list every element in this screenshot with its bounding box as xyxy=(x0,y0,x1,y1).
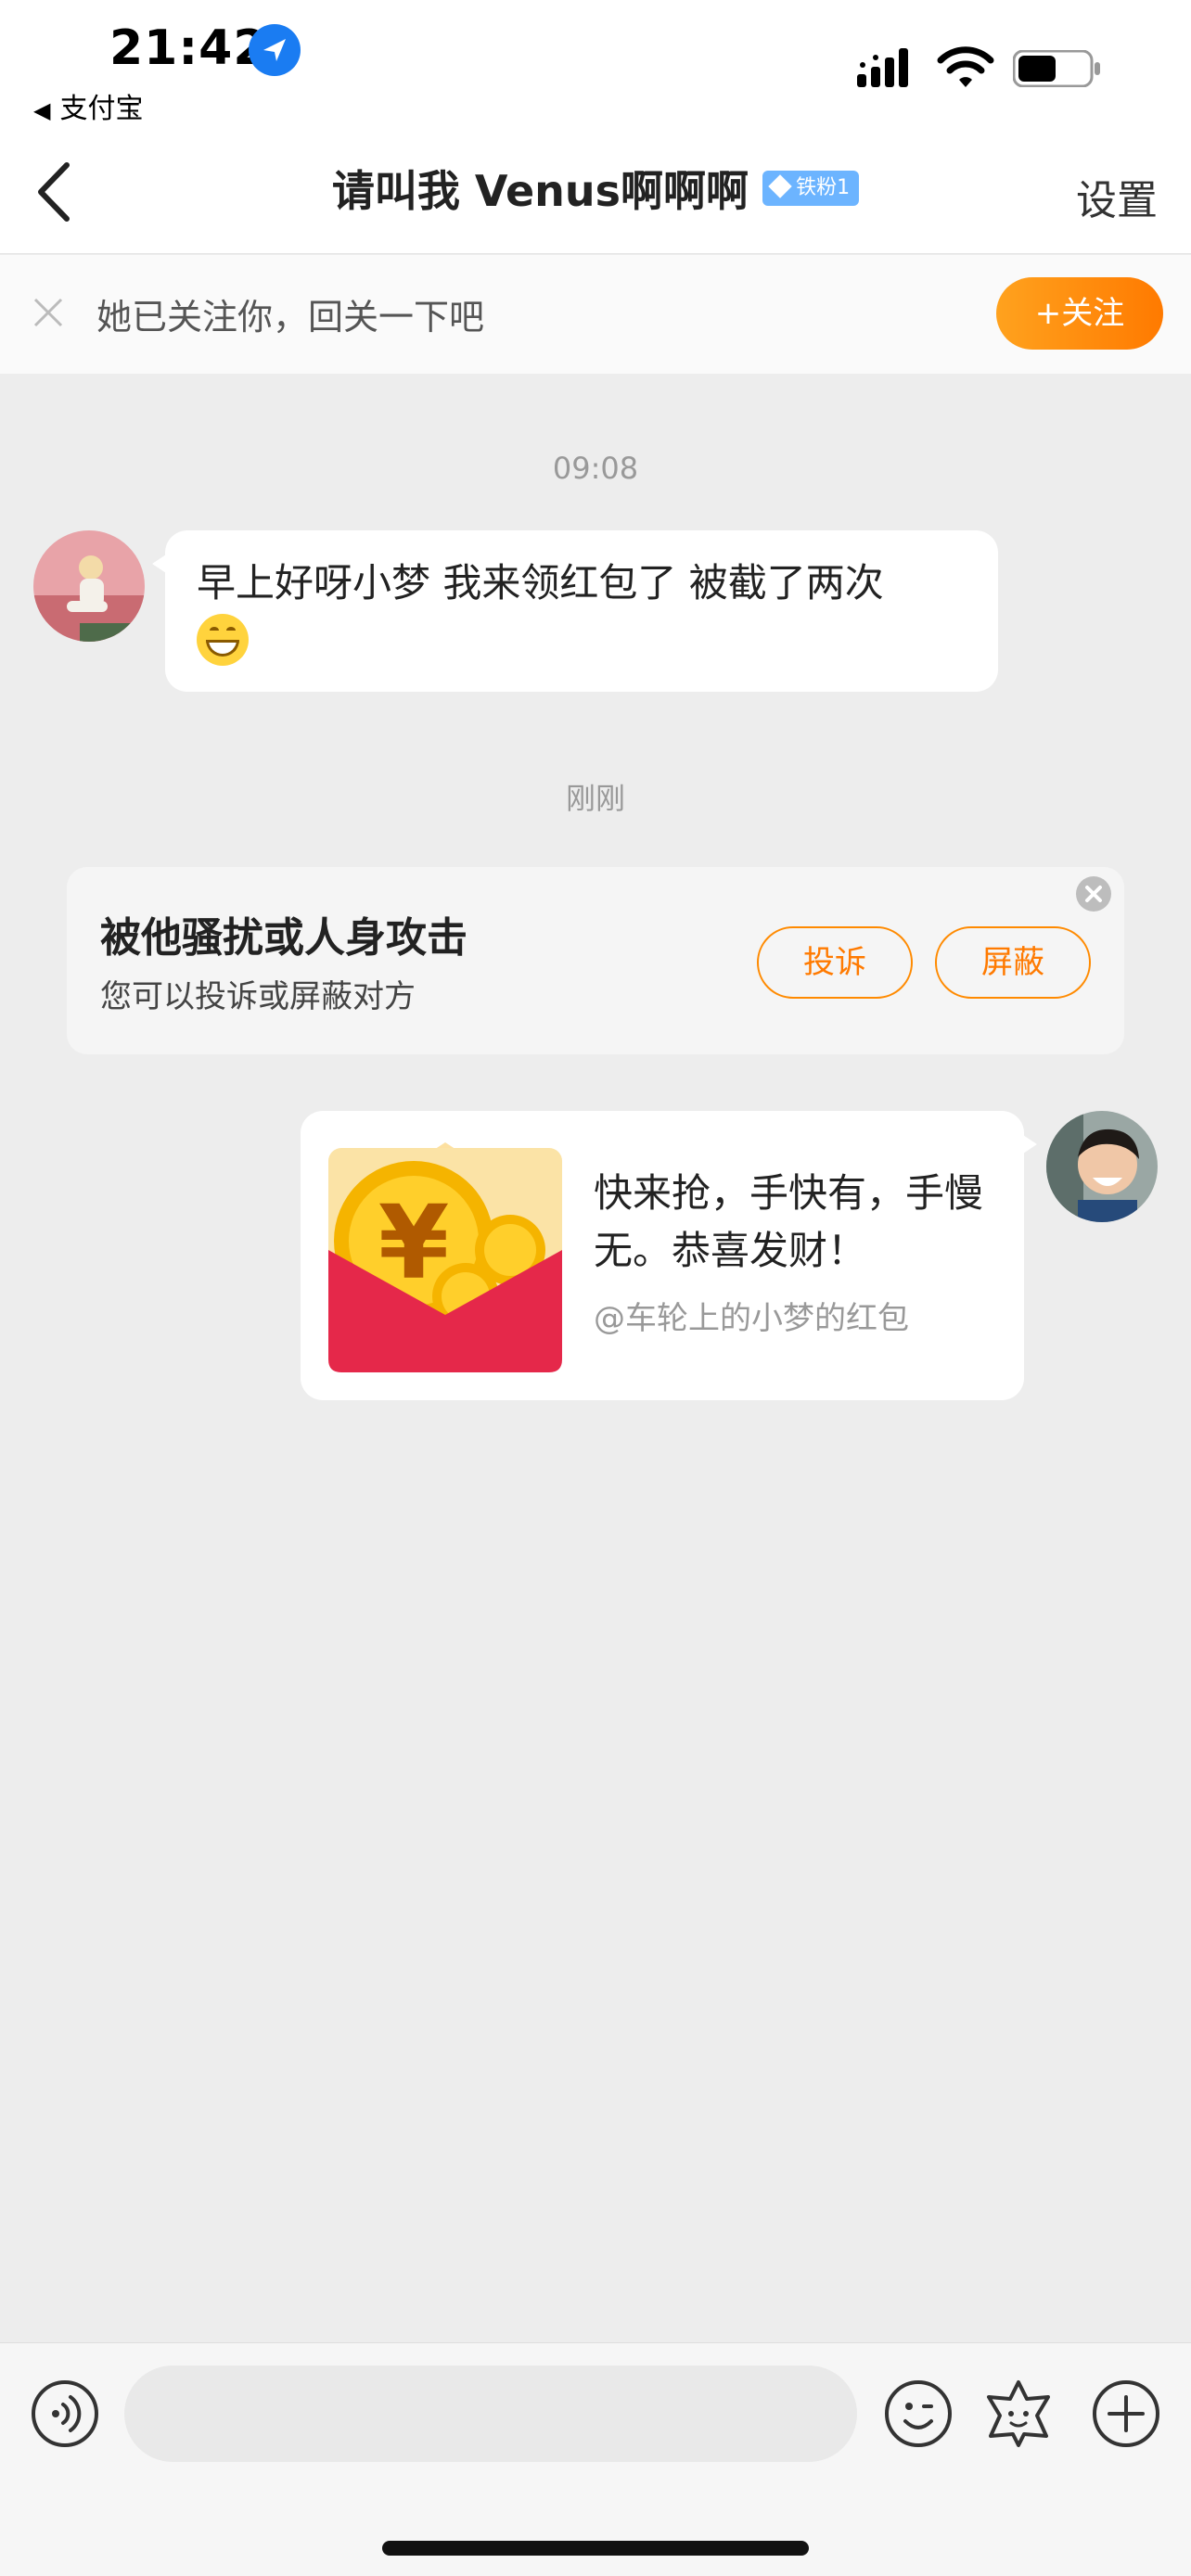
voice-icon[interactable] xyxy=(30,2378,100,2449)
follow-button[interactable]: +关注 xyxy=(996,277,1163,350)
back-to-app-link[interactable]: ◀ 支付宝 xyxy=(33,85,143,126)
report-subtitle: 您可以投诉或屏蔽对方 xyxy=(100,978,416,1015)
settings-button[interactable]: 设置 xyxy=(1076,167,1158,226)
red-packet-message[interactable]: ¥ 快来抢，手快有，手慢无。恭喜发财！ @车轮上的小梦的红包 xyxy=(301,1111,1037,1400)
location-arrow-icon xyxy=(249,24,301,76)
message-text: 早上好呀小梦 我来领红包了 被截了两次 xyxy=(197,560,884,606)
avatar[interactable] xyxy=(1046,1111,1158,1222)
emoji-eye xyxy=(210,626,219,634)
grin-emoji-icon xyxy=(197,613,249,666)
harassment-report-card: 被他骚扰或人身攻击 您可以投诉或屏蔽对方 投诉 屏蔽 xyxy=(67,867,1124,1054)
red-packet-from: @车轮上的小梦的红包 xyxy=(594,1300,909,1337)
incoming-message-bubble[interactable]: 早上好呀小梦 我来领红包了 被截了两次 xyxy=(152,530,998,692)
report-title: 被他骚扰或人身攻击 xyxy=(100,914,467,962)
avatar[interactable] xyxy=(33,530,145,642)
complain-button[interactable]: 投诉 xyxy=(757,926,913,999)
red-packet-message-text: 快来抢，手快有，手慢无。恭喜发财！ xyxy=(594,1170,984,1273)
emoji-icon[interactable] xyxy=(883,2378,954,2449)
signal-icon xyxy=(857,48,908,87)
emoji-mouth xyxy=(206,639,239,657)
message-input[interactable] xyxy=(124,2366,857,2462)
block-button[interactable]: 屏蔽 xyxy=(935,926,1091,999)
status-bar: 21:42 ◀ 支付宝 xyxy=(0,0,1191,130)
back-triangle-icon: ◀ xyxy=(33,97,51,123)
follow-suggestion: 她已关注你，回关一下吧 +关注 xyxy=(0,255,1191,374)
fan-badge-label: 铁粉1 xyxy=(796,176,851,199)
nav-bar: 请叫我 Venus啊啊啊 铁粉1 设置 xyxy=(0,130,1191,254)
message-timestamp: 刚刚 xyxy=(565,781,625,816)
message-timestamp: 09:08 xyxy=(552,451,639,486)
plus-icon[interactable] xyxy=(1091,2378,1161,2449)
diamond-icon xyxy=(768,174,792,198)
fan-badge: 铁粉1 xyxy=(762,171,860,206)
sticker-icon[interactable] xyxy=(983,2378,1054,2449)
follow-suggestion-text: 她已关注你，回关一下吧 xyxy=(96,297,485,338)
emoji-eye xyxy=(226,626,236,634)
home-indicator[interactable] xyxy=(382,2541,809,2556)
nav-title-wrap: 请叫我 Venus啊啊啊 铁粉1 xyxy=(0,158,1191,219)
chat-page: 21:42 ◀ 支付宝 请叫我 Venus啊啊啊 铁粉1 设置 她已关注你，回关… xyxy=(0,0,1191,2576)
battery-icon xyxy=(1013,50,1100,87)
close-icon[interactable] xyxy=(1076,876,1111,912)
page-title[interactable]: 请叫我 Venus啊啊啊 xyxy=(332,158,749,219)
close-icon[interactable] xyxy=(28,292,69,333)
wifi-icon xyxy=(937,46,994,87)
status-time: 21:42 xyxy=(109,20,268,76)
back-app-label: 支付宝 xyxy=(59,93,144,125)
red-packet-icon: ¥ xyxy=(328,1142,562,1372)
